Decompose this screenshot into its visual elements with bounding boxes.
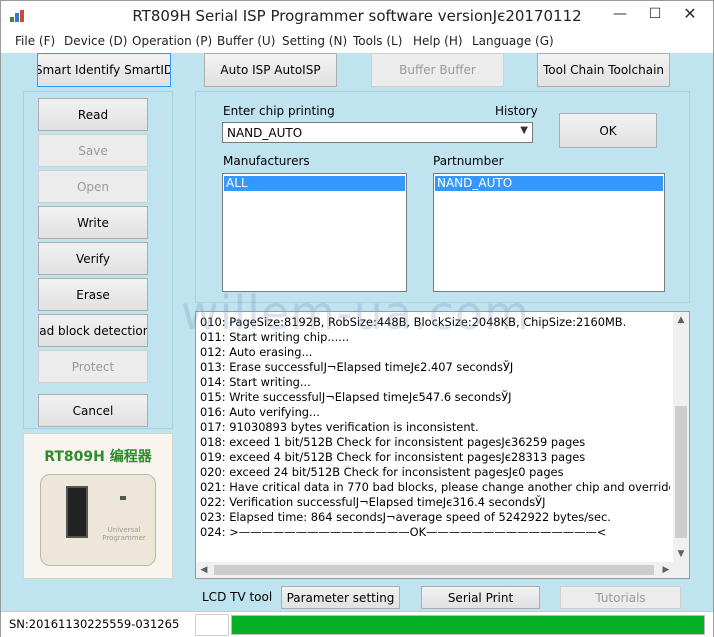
bad-block-detection-label: Bad block detection I xyxy=(39,323,148,338)
tool-chain-button[interactable]: Tool Chain Toolchain xyxy=(537,53,670,87)
menu-setting[interactable]: Setting (N) xyxy=(282,34,347,48)
verify-button[interactable]: Verify xyxy=(38,242,148,275)
log-line: 021: Have critical data in 770 bad block… xyxy=(200,480,670,494)
horizontal-scroll-thumb[interactable] xyxy=(214,565,654,575)
partnumber-label: Partnumber xyxy=(433,154,504,168)
product-image: RT809H 编程器 Universal Programmer xyxy=(23,433,173,579)
scroll-down-icon[interactable]: ▼ xyxy=(673,546,689,562)
app-window: RT809H Serial ISP Programmer software ve… xyxy=(0,0,714,637)
log-line: 024: >———————————————OK———————————————< xyxy=(200,525,607,539)
scroll-left-icon[interactable]: ◀ xyxy=(196,562,212,578)
scroll-corner xyxy=(673,562,689,578)
serial-number: SN:20161130225559-031265 xyxy=(9,617,180,631)
scroll-right-icon[interactable]: ▶ xyxy=(658,562,674,578)
history-label: History xyxy=(495,104,538,118)
serial-print-button[interactable]: Serial Print xyxy=(421,586,540,609)
log-output[interactable]: 010: PageSize:8192B, RobSize:448B, Block… xyxy=(195,311,690,579)
minimize-icon[interactable]: — xyxy=(603,1,637,29)
log-line: 013: Erase successfulЈ¬Elapsed timeЈє2.4… xyxy=(200,360,514,374)
product-title: RT809H 编程器 xyxy=(44,449,152,465)
menu-bar: File (F) Device (D) Operation (P) Buffer… xyxy=(1,31,713,53)
close-icon[interactable]: ✕ xyxy=(673,1,707,29)
log-line: 016: Auto verifying... xyxy=(200,405,320,419)
log-line: 010: PageSize:8192B, RobSize:448B, Block… xyxy=(200,315,627,329)
programmer-device xyxy=(40,474,156,566)
list-item[interactable]: ALL xyxy=(224,176,405,191)
log-line: 020: exceed 24 bit/512B Check for incons… xyxy=(200,465,564,479)
menu-device[interactable]: Device (D) xyxy=(64,34,127,48)
tutorials-button[interactable]: Tutorials xyxy=(560,586,681,609)
manufacturers-list[interactable]: ALL xyxy=(222,173,407,292)
vertical-scrollbar[interactable]: ▲ ▼ xyxy=(673,312,689,562)
menu-language[interactable]: Language (G) xyxy=(472,34,554,48)
scroll-up-icon[interactable]: ▲ xyxy=(673,312,689,328)
read-button[interactable]: Read xyxy=(38,98,148,131)
menu-file[interactable]: File (F) xyxy=(15,34,55,48)
protect-button[interactable]: Protect xyxy=(38,350,148,383)
maximize-icon[interactable]: ☐ xyxy=(638,1,672,29)
status-bar: SN:20161130225559-031265 xyxy=(1,611,713,637)
partnumber-list[interactable]: NAND_AUTO xyxy=(433,173,665,292)
manufacturers-label: Manufacturers xyxy=(223,154,310,168)
log-lines: 010: PageSize:8192B, RobSize:448B, Block… xyxy=(200,315,670,540)
chip-printing-value: NAND_AUTO xyxy=(227,126,303,140)
smart-identify-button[interactable]: Smart Identify SmartID xyxy=(37,53,171,87)
device-led xyxy=(120,496,126,500)
lcd-tv-tool-label: LCD TV tool xyxy=(202,590,273,604)
vertical-scroll-thumb[interactable] xyxy=(675,406,687,538)
progress-bar xyxy=(231,615,705,635)
title-bar: RT809H Serial ISP Programmer software ve… xyxy=(1,1,713,31)
chevron-down-icon[interactable]: ▼ xyxy=(520,125,528,136)
horizontal-scrollbar[interactable]: ◀ ▶ xyxy=(196,562,674,578)
open-button[interactable]: Open xyxy=(38,170,148,203)
device-label: Universal Programmer xyxy=(102,526,146,542)
erase-button[interactable]: Erase xyxy=(38,278,148,311)
chip-printing-combo[interactable]: NAND_AUTO ▼ xyxy=(222,122,533,143)
write-button[interactable]: Write xyxy=(38,206,148,239)
buffer-button[interactable]: Buffer Buffer xyxy=(371,53,504,87)
log-line: 012: Auto erasing... xyxy=(200,345,313,359)
save-button[interactable]: Save xyxy=(38,134,148,167)
log-line: 022: Verification successfulЈ¬Elapsed ti… xyxy=(200,495,546,509)
log-line: 014: Start writing... xyxy=(200,375,311,389)
log-line: 023: Elapsed time: 864 secondsЈ¬average … xyxy=(200,510,611,524)
status-separator xyxy=(195,614,229,636)
menu-help[interactable]: Help (H) xyxy=(413,34,463,48)
log-line: 011: Start writing chip...... xyxy=(200,330,350,344)
menu-tools[interactable]: Tools (L) xyxy=(353,34,402,48)
log-line: 017: 91030893 bytes verification is inco… xyxy=(200,420,479,434)
log-line: 018: exceed 1 bit/512B Check for inconsi… xyxy=(200,435,586,449)
zif-socket xyxy=(66,486,88,538)
menu-operation[interactable]: Operation (P) xyxy=(132,34,212,48)
log-line: 019: exceed 4 bit/512B Check for inconsi… xyxy=(200,450,586,464)
bad-block-detection-button[interactable]: Bad block detection I xyxy=(38,314,148,347)
log-line: 015: Write successfulЈ¬Elapsed timeЈє547… xyxy=(200,390,512,404)
enter-chip-label: Enter chip printing xyxy=(223,104,335,118)
auto-isp-button[interactable]: Auto ISP AutoISP xyxy=(204,53,337,87)
list-item[interactable]: NAND_AUTO xyxy=(435,176,663,191)
menu-buffer[interactable]: Buffer (U) xyxy=(217,34,275,48)
cancel-button[interactable]: Cancel xyxy=(38,394,148,427)
ok-button[interactable]: OK xyxy=(559,113,657,148)
progress-fill xyxy=(232,616,704,634)
parameter-setting-button[interactable]: Parameter setting xyxy=(281,586,400,609)
